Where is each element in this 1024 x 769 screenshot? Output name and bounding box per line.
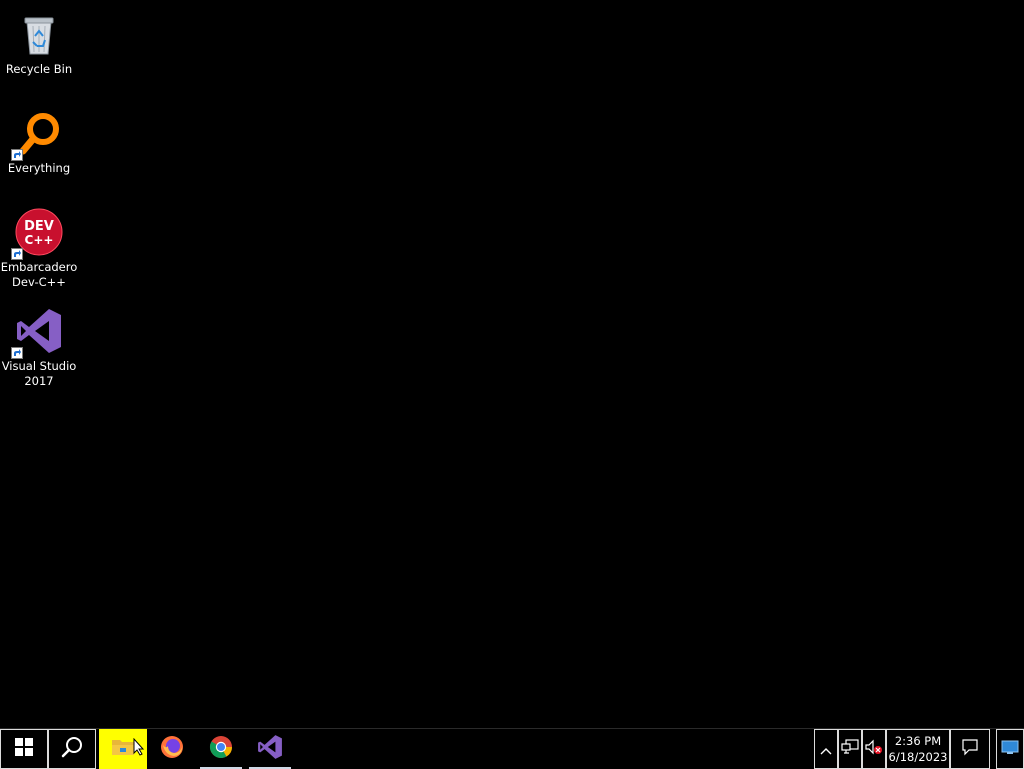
action-center-icon — [961, 738, 979, 760]
search-icon — [61, 736, 83, 762]
windows-logo-icon — [15, 738, 33, 760]
chrome-icon — [209, 735, 233, 763]
clock[interactable]: 2:36 PM 6/18/2023 — [886, 729, 950, 769]
show-desktop-button[interactable] — [996, 729, 1024, 769]
volume-button[interactable] — [862, 729, 886, 769]
shortcut-arrow-icon — [11, 347, 23, 359]
taskbar-firefox[interactable] — [148, 729, 196, 769]
svg-text:C++: C++ — [25, 233, 54, 247]
desktop-icon-devcpp[interactable]: DEV C++ Embarcadero Dev-C++ — [0, 202, 78, 290]
show-hidden-icons-button[interactable] — [814, 729, 838, 769]
taskbar: 2:36 PM 6/18/2023 — [0, 728, 1024, 769]
desktop-icon-label: Recycle Bin — [5, 62, 73, 76]
devcpp-logo-icon: DEV C++ — [11, 208, 63, 260]
clock-time: 2:36 PM — [894, 734, 942, 748]
desktop-icon-recycle-bin[interactable]: Recycle Bin — [0, 4, 78, 77]
desktop-icon-label: Everything — [7, 161, 71, 175]
taskbar-visual-studio[interactable] — [246, 729, 294, 769]
start-button[interactable] — [0, 729, 48, 769]
mouse-cursor-icon — [133, 737, 145, 760]
visual-studio-icon — [257, 734, 283, 764]
firefox-icon — [160, 735, 184, 763]
svg-text:DEV: DEV — [24, 219, 54, 234]
search-button[interactable] — [48, 729, 96, 769]
folder-icon — [111, 737, 135, 761]
network-button[interactable] — [838, 729, 862, 769]
everything-search-icon — [11, 109, 63, 161]
desktop-icon-everything[interactable]: Everything — [0, 103, 78, 176]
volume-muted-icon — [865, 739, 883, 759]
action-center-button[interactable] — [950, 729, 990, 769]
visual-studio-logo-icon — [11, 307, 63, 359]
desktop-icon-label: Visual Studio 2017 — [1, 359, 77, 388]
desktop[interactable]: Recycle Bin Everything DEV C++ Embarcade… — [0, 0, 1024, 728]
recycle-bin-icon — [15, 10, 63, 58]
show-desktop-icon — [1001, 739, 1019, 759]
shortcut-arrow-icon — [11, 149, 23, 161]
desktop-icon-visual-studio[interactable]: Visual Studio 2017 — [0, 301, 78, 389]
taskbar-chrome[interactable] — [197, 729, 245, 769]
network-icon — [841, 739, 859, 759]
desktop-icon-label: Embarcadero Dev-C++ — [0, 260, 78, 289]
shortcut-arrow-icon — [11, 248, 23, 260]
clock-date: 6/18/2023 — [888, 750, 948, 764]
chevron-up-icon — [820, 740, 832, 759]
taskbar-file-explorer[interactable] — [99, 729, 147, 769]
